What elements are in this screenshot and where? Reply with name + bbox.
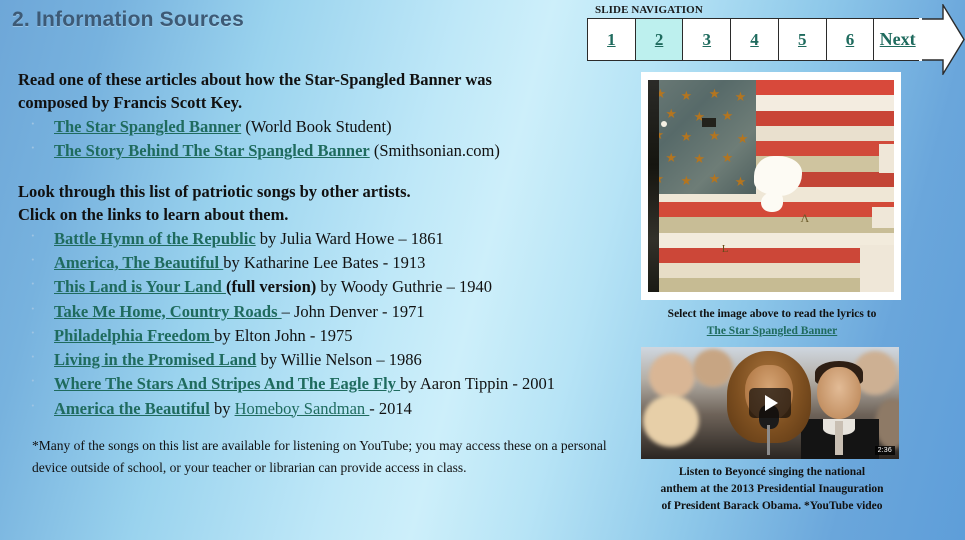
media-column: ★ ★ ★ ★ ★ ★ ★ ★ ★ ★ ★ ★ ★ ★ ★ ★ ★ ★ <box>641 72 903 515</box>
footnote: *Many of the songs on this list are avai… <box>32 437 607 475</box>
play-button-icon[interactable] <box>749 388 791 419</box>
video-caption-line2: anthem at the 2013 Presidential Inaugura… <box>660 483 884 496</box>
main-content: Read one of these articles about how the… <box>18 68 628 479</box>
flag-image-frame: ★ ★ ★ ★ ★ ★ ★ ★ ★ ★ ★ ★ ★ ★ ★ ★ ★ ★ <box>641 72 901 300</box>
link-this-land-is-your-land[interactable]: This Land is Your Land <box>54 277 226 296</box>
microphone-stand <box>767 425 770 456</box>
nav-item-1[interactable]: 1 <box>588 19 636 60</box>
song-credit: by Woody Guthrie – 1940 <box>316 277 492 297</box>
list-item: Where The Stars And Stripes And The Eagl… <box>18 369 628 396</box>
video-caption-line1: Listen to Beyoncé singing the national <box>678 466 866 479</box>
link-flag-lyrics[interactable]: The Star Spangled Banner <box>707 325 837 337</box>
song-credit: by <box>209 398 235 418</box>
link-living-in-the-promised-land[interactable]: Living in the Promised Land <box>54 350 256 369</box>
flag-tear-hole <box>753 156 802 197</box>
slide-navigation: SLIDE NAVIGATION 1 2 3 4 5 6 Next <box>587 4 965 75</box>
link-where-the-stars-and-stripes[interactable]: Where The Stars And Stripes And The Eagl… <box>54 374 400 393</box>
song-credit: by Willie Nelson – 1986 <box>256 350 422 370</box>
list-item: Battle Hymn of the Republic by Julia War… <box>18 224 628 251</box>
flag-tear-hole-small <box>761 192 784 213</box>
page-title: 2. Information Sources <box>12 8 244 31</box>
article-source: (World Book Student) <box>241 117 392 137</box>
flag-caption-line1: Select the image above to read the lyric… <box>667 308 877 320</box>
nav-item-4[interactable]: 4 <box>731 19 779 60</box>
list-item: America, The Beautiful by Katharine Lee … <box>18 248 628 275</box>
link-america-the-beautiful-sandman[interactable]: America the Beautiful <box>54 399 210 418</box>
link-america-the-beautiful-bates[interactable]: America, The Beautiful <box>54 253 223 272</box>
list-item: Take Me Home, Country Roads – John Denve… <box>18 297 628 324</box>
song-list: Battle Hymn of the Republic by Julia War… <box>18 224 628 421</box>
link-star-spangled-banner[interactable]: The Star Spangled Banner <box>54 117 241 136</box>
attendee-face <box>817 367 861 420</box>
attendee-tie <box>835 421 843 456</box>
section1-heading-line2: composed by Francis Scott Key. <box>18 93 243 113</box>
song-credit: by Aaron Tippin - 2001 <box>400 374 556 394</box>
link-homeboy-sandman[interactable]: Homeboy Sandman <box>235 399 370 418</box>
list-item: Living in the Promised Land by Willie Ne… <box>18 345 628 372</box>
song-credit: by Elton John - 1975 <box>214 325 353 345</box>
video-thumbnail[interactable]: 2:36 <box>641 347 899 460</box>
flag-caption: Select the image above to read the lyric… <box>641 306 903 339</box>
video-caption-line3: of President Barack Obama. *YouTube vide… <box>661 500 883 513</box>
arrow-head-icon <box>919 4 965 75</box>
song-version-note: (full version) <box>225 277 317 297</box>
play-triangle-icon <box>765 395 778 412</box>
section2-heading: Look through this list of patriotic song… <box>18 180 628 226</box>
video-caption: Listen to Beyoncé singing the national a… <box>641 464 903 515</box>
article-source: (Smithsonian.com) <box>369 141 500 161</box>
slide-navigation-cells: 1 2 3 4 5 6 Next <box>587 18 921 61</box>
flag-hoist-edge <box>648 80 659 292</box>
nav-item-6[interactable]: 6 <box>827 19 875 60</box>
song-credit: by Katharine Lee Bates - 1913 <box>223 253 426 273</box>
section1-heading: Read one of these articles about how the… <box>18 68 628 114</box>
article-list: The Star Spangled Banner (World Book Stu… <box>18 112 628 164</box>
star-spangled-banner-flag-image[interactable]: ★ ★ ★ ★ ★ ★ ★ ★ ★ ★ ★ ★ ★ ★ ★ ★ ★ ★ <box>648 80 894 292</box>
link-battle-hymn-of-the-republic[interactable]: Battle Hymn of the Republic <box>54 229 256 248</box>
song-year: - 2014 <box>369 398 412 418</box>
link-philadelphia-freedom[interactable]: Philadelphia Freedom <box>54 326 214 345</box>
list-item: The Story Behind The Star Spangled Banne… <box>18 136 628 163</box>
nav-item-next[interactable]: Next <box>874 19 921 60</box>
song-credit: – John Denver - 1971 <box>281 301 425 321</box>
slide-navigation-arrow: 1 2 3 4 5 6 Next <box>587 4 965 75</box>
list-item: Philadelphia Freedom by Elton John - 197… <box>18 321 628 348</box>
link-take-me-home-country-roads[interactable]: Take Me Home, Country Roads <box>54 302 282 321</box>
video-duration-badge: 2:36 <box>874 446 895 456</box>
list-item: This Land is Your Land (full version) by… <box>18 272 628 299</box>
crowd-figure <box>643 395 699 448</box>
section2-heading-line2: Click on the links to learn about them. <box>18 204 289 224</box>
nav-item-2[interactable]: 2 <box>635 19 684 60</box>
song-credit: by Julia Ward Howe – 1861 <box>255 228 444 248</box>
link-story-behind-banner[interactable]: The Story Behind The Star Spangled Banne… <box>54 141 370 160</box>
flag-canton: ★ ★ ★ ★ ★ ★ ★ ★ ★ ★ ★ ★ ★ ★ ★ ★ ★ ★ <box>648 80 757 195</box>
section1-heading-line1: Read one of these articles about how the… <box>18 70 492 89</box>
list-item: The Star Spangled Banner (World Book Stu… <box>18 112 628 139</box>
list-item: America the Beautiful by Homeboy Sandman… <box>18 394 628 421</box>
nav-item-5[interactable]: 5 <box>779 19 827 60</box>
nav-item-3[interactable]: 3 <box>683 19 732 60</box>
slide-navigation-label: SLIDE NAVIGATION <box>595 4 703 16</box>
section2-heading-line1: Look through this list of patriotic song… <box>18 181 411 201</box>
